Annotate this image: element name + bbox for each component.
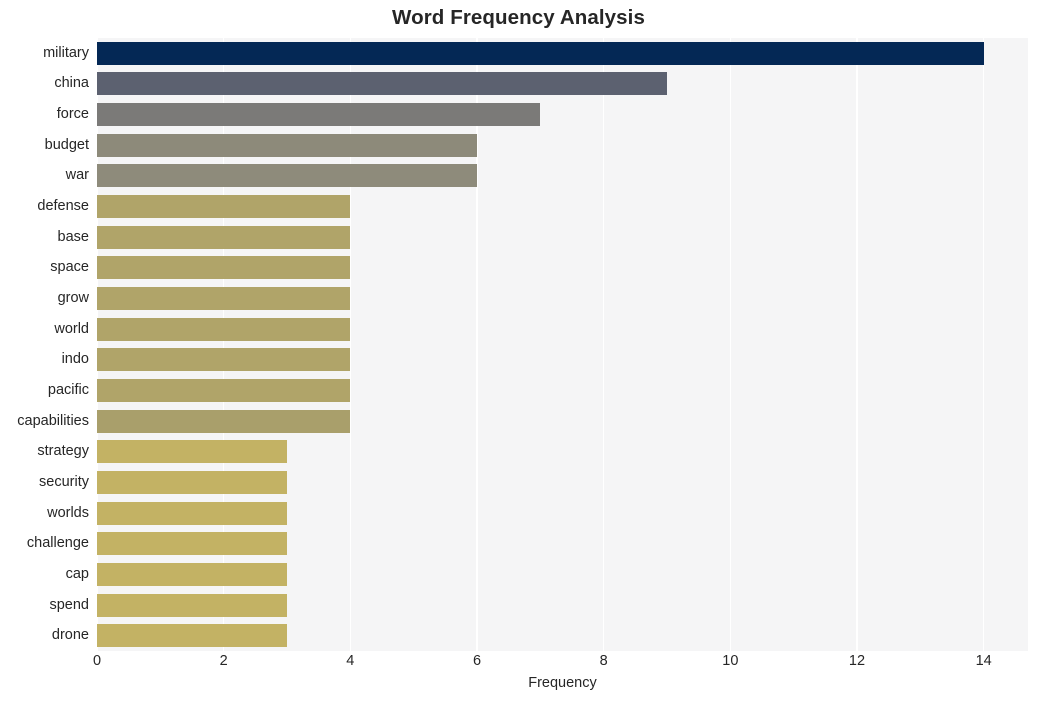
gridline [222,38,225,651]
bar [97,532,287,556]
bar [97,440,287,464]
y-axis-tick-labels: military china force budget war defense base sp… [0,38,89,651]
y-axis-tick-label: force [56,106,89,123]
bar [97,348,351,372]
bar [97,501,287,525]
bar [97,41,984,65]
x-axis-tick-label: 2 [219,653,228,669]
gridline [602,38,605,651]
y-axis-tick-label: worlds [47,504,89,521]
bar [97,287,351,311]
x-axis-tick-label: 8 [599,653,608,669]
y-axis-tick-label: strategy [37,443,89,460]
gridline [856,38,858,651]
y-axis-tick-label: budget [44,136,89,153]
y-axis-tick-label: grow [57,290,89,307]
y-axis-tick-label: china [54,75,89,92]
bar [97,195,351,219]
y-axis-tick-label: defense [37,198,89,215]
bar [97,317,351,341]
x-axis-label: Frequency [528,675,597,691]
x-axis-tick-labels: 0 2 4 6 8 10 12 14 [93,653,1028,677]
bar [97,225,351,249]
chart-title: Word Frequency Analysis [392,6,645,29]
gridline [476,38,478,651]
bar [97,72,667,96]
bar [97,409,351,433]
y-axis-tick-label: war [65,167,89,184]
y-axis-tick-label: world [54,320,89,337]
y-axis-tick-label: cap [65,565,89,582]
y-axis-tick-label: capabilities [17,412,89,429]
bar [97,562,287,586]
x-axis-tick-label: 14 [975,653,992,669]
bar [97,133,477,157]
gridline [349,38,352,651]
bar [97,470,287,494]
bar [97,624,287,648]
gridline [982,38,985,651]
x-axis-tick-label: 12 [848,653,866,669]
bar [97,164,477,188]
y-axis-tick-label: security [39,473,89,490]
y-axis-tick-label: military [43,44,89,61]
y-axis-tick-label: spend [49,596,89,613]
x-axis-tick-label: 4 [346,653,355,669]
bar [97,378,351,402]
y-axis-tick-label: drone [51,627,89,644]
bar [97,103,541,127]
x-axis-tick-label: 10 [722,653,739,669]
gridline [729,38,732,651]
gridline [97,38,98,651]
y-axis-tick-label: base [57,228,89,245]
y-axis-tick-label: pacific [47,381,89,398]
x-axis-tick-label: 0 [92,653,102,669]
bar [97,593,287,617]
y-axis-tick-label: indo [61,351,89,368]
chart-figure: Word Frequency Analysis military china for… [0,0,1037,701]
plot-area [97,38,1028,651]
bar [97,256,351,280]
y-axis-tick-label: space [50,259,89,276]
y-axis-tick-label: challenge [26,535,89,552]
x-axis-tick-label: 6 [472,653,482,669]
